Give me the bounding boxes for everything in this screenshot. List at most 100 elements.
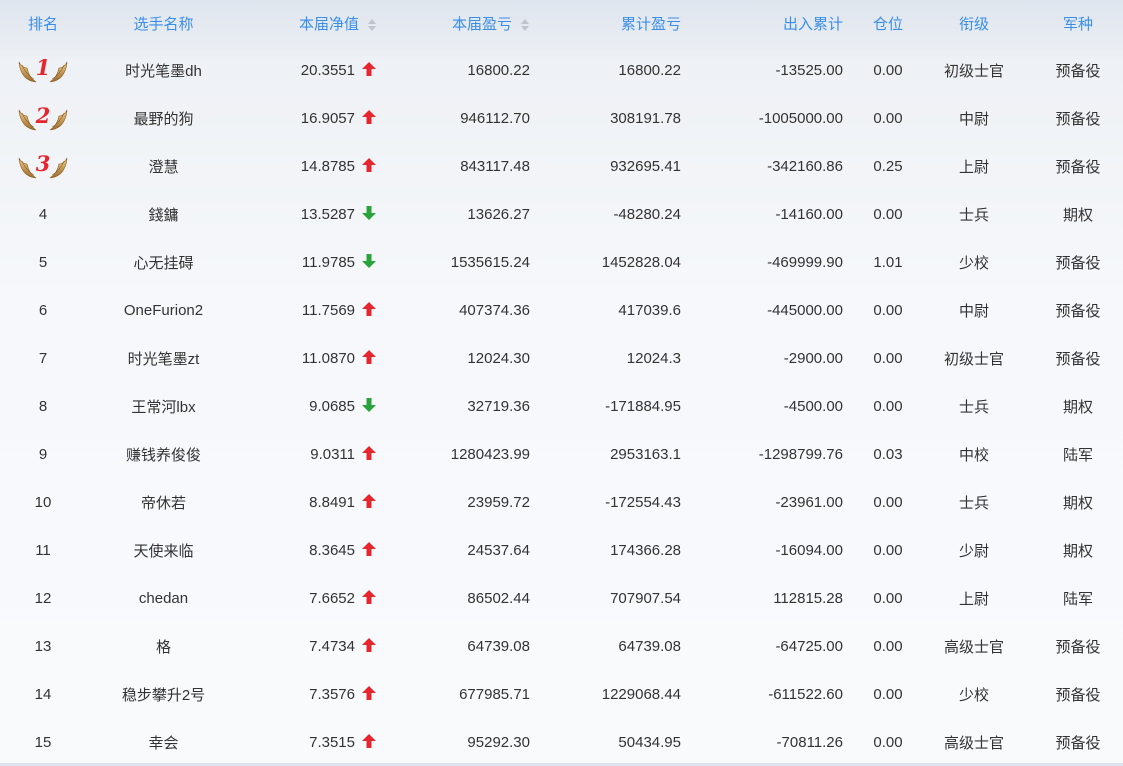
header-branch[interactable]: 军种	[1033, 0, 1123, 46]
cell-player-name[interactable]: chedan	[86, 574, 241, 622]
table-row[interactable]: 2 最野的狗 16.9057 946112.70 308191.78 -1005000.0…	[0, 94, 1123, 142]
cell-branch: 期权	[1062, 494, 1093, 512]
cell-grade: 高级士官	[943, 638, 1004, 656]
rank-number: 6	[38, 301, 48, 319]
cell-player-name[interactable]: 时光笔墨zt	[86, 334, 241, 382]
rank-number: 11	[35, 541, 51, 559]
cell-position: 0.00	[873, 541, 903, 559]
header-grade[interactable]: 衔级	[915, 0, 1033, 46]
cell-flow: -2900.00	[783, 349, 843, 367]
table-header-row: 排名 选手名称 本届净值 本届盈亏 累计盈亏 出入累计 仓位 衔级 军种	[0, 0, 1123, 46]
cell-rank: 4	[0, 190, 86, 238]
cell-branch: 预备役	[1055, 686, 1101, 704]
table-row[interactable]: 9 赚钱养俊俊 9.0311 1280423.99 2953163.1 -1298799.…	[0, 430, 1123, 478]
cell-player-name[interactable]: 稳步攀升2号	[86, 670, 241, 718]
cell-position: 0.00	[873, 493, 903, 511]
header-name[interactable]: 选手名称	[86, 0, 241, 46]
cell-position: 0.00	[873, 349, 903, 367]
cell-grade: 初级士官	[943, 62, 1004, 80]
net-value-text: 14.8785	[300, 158, 355, 175]
net-value-text: 7.6652	[309, 590, 355, 607]
cell-profit: 1535615.24	[450, 253, 530, 271]
sort-icon[interactable]	[520, 18, 530, 32]
cell-profit: 12024.30	[467, 349, 530, 367]
cell-profit: 24537.64	[467, 541, 530, 559]
cell-cum-profit: 932695.41	[610, 157, 681, 175]
cell-branch: 期权	[1062, 398, 1093, 416]
cell-player-name[interactable]: 最野的狗	[86, 94, 241, 142]
cell-position: 0.00	[873, 109, 903, 127]
trend-up-arrow-icon	[362, 302, 376, 316]
table-row[interactable]: 5 心无挂碍 11.9785 1535615.24 1452828.04 -469999.…	[0, 238, 1123, 286]
table-row[interactable]: 14 稳步攀升2号 7.3576 677985.71 1229068.44 -611522…	[0, 670, 1123, 718]
table-row[interactable]: 10 帝休若 8.8491 23959.72 -172554.43 -23961.00 0.…	[0, 478, 1123, 526]
cell-profit: 16800.22	[467, 61, 530, 79]
cell-grade: 士兵	[958, 206, 989, 224]
cell-flow: -23961.00	[775, 493, 843, 511]
cell-profit: 64739.08	[467, 637, 530, 655]
cell-player-name[interactable]: 澄慧	[86, 142, 241, 190]
cell-grade: 少尉	[958, 542, 989, 560]
table-row[interactable]: 3 澄慧 14.8785 843117.48 932695.41 -342160.86 0.…	[0, 142, 1123, 190]
table-row[interactable]: 4 錢鏞 13.5287 13626.27 -48280.24 -14160.00 0.00…	[0, 190, 1123, 238]
cell-net-value: 7.3515	[241, 718, 391, 766]
cell-flow: -342160.86	[767, 157, 843, 175]
header-profit[interactable]: 本届盈亏	[391, 0, 544, 46]
header-flow[interactable]: 出入累计	[699, 0, 861, 46]
cell-branch: 预备役	[1055, 734, 1101, 752]
cell-position: 0.25	[873, 157, 903, 175]
cell-cum-profit: 2953163.1	[610, 445, 681, 463]
cell-player-name[interactable]: 幸会	[86, 718, 241, 766]
rank-number: 9	[38, 445, 48, 463]
cell-cum-profit: 308191.78	[610, 109, 681, 127]
cell-player-name[interactable]: 帝休若	[86, 478, 241, 526]
table-row[interactable]: 6 OneFurion2 11.7569 407374.36 417039.6 -4450…	[0, 286, 1123, 334]
cell-player-name[interactable]: 心无挂碍	[86, 238, 241, 286]
header-rank[interactable]: 排名	[0, 0, 86, 46]
cell-player-name[interactable]: 时光笔墨dh	[86, 46, 241, 94]
trend-up-arrow-icon	[362, 686, 376, 700]
cell-net-value: 9.0311	[241, 430, 391, 478]
cell-grade: 士兵	[958, 494, 989, 512]
table-row[interactable]: 13 格 7.4734 64739.08 64739.08 -64725.00 0.00 高级…	[0, 622, 1123, 670]
cell-branch: 预备役	[1055, 62, 1101, 80]
cell-branch: 预备役	[1055, 350, 1101, 368]
header-net-value[interactable]: 本届净值	[241, 0, 391, 46]
cell-player-name[interactable]: 王常河lbx	[86, 382, 241, 430]
cell-player-name[interactable]: 赚钱养俊俊	[86, 430, 241, 478]
cell-player-name[interactable]: OneFurion2	[86, 286, 241, 334]
cell-net-value: 9.0685	[241, 382, 391, 430]
cell-player-name[interactable]: 天使来临	[86, 526, 241, 574]
cell-player-name[interactable]: 錢鏞	[86, 190, 241, 238]
rank-number: 3	[35, 151, 51, 176]
cell-position: 0.00	[873, 733, 903, 751]
table-row[interactable]: 15 幸会 7.3515 95292.30 50434.95 -70811.26 0.00 高…	[0, 718, 1123, 766]
rank-number: 10	[34, 493, 52, 511]
trend-up-arrow-icon	[362, 158, 376, 172]
table-row[interactable]: 1 时光笔墨dh 20.3551 16800.22 16800.22 -13525.00 0…	[0, 46, 1123, 94]
header-cum-profit[interactable]: 累计盈亏	[544, 0, 699, 46]
net-value-text: 11.7569	[301, 302, 355, 319]
rank-number: 2	[35, 103, 51, 128]
trend-up-arrow-icon	[362, 62, 376, 76]
net-value-text: 7.3576	[309, 686, 355, 703]
net-value-text: 8.3645	[309, 542, 355, 559]
rank-number: 5	[38, 253, 48, 271]
cell-branch: 预备役	[1055, 110, 1101, 128]
table-row[interactable]: 8 王常河lbx 9.0685 32719.36 -171884.95 -4500.00 0…	[0, 382, 1123, 430]
table-row[interactable]: 12 chedan 7.6652 86502.44 707907.54 112815.28…	[0, 574, 1123, 622]
header-position[interactable]: 仓位	[861, 0, 915, 46]
table-row[interactable]: 7 时光笔墨zt 11.0870 12024.30 12024.3 -2900.00 0.0…	[0, 334, 1123, 382]
table-row[interactable]: 11 天使来临 8.3645 24537.64 174366.28 -16094.00 0.…	[0, 526, 1123, 574]
cell-grade: 中校	[958, 446, 989, 464]
cell-grade: 少校	[958, 686, 989, 704]
cell-branch: 期权	[1062, 542, 1093, 560]
cell-flow: -13525.00	[775, 61, 843, 79]
cell-net-value: 7.6652	[241, 574, 391, 622]
sort-icon[interactable]	[367, 18, 377, 32]
cell-cum-profit: 1229068.44	[601, 685, 681, 703]
net-value-text: 7.3515	[309, 734, 355, 751]
cell-player-name[interactable]: 格	[86, 622, 241, 670]
net-value-text: 11.9785	[301, 254, 355, 271]
cell-branch: 陆军	[1062, 590, 1093, 608]
